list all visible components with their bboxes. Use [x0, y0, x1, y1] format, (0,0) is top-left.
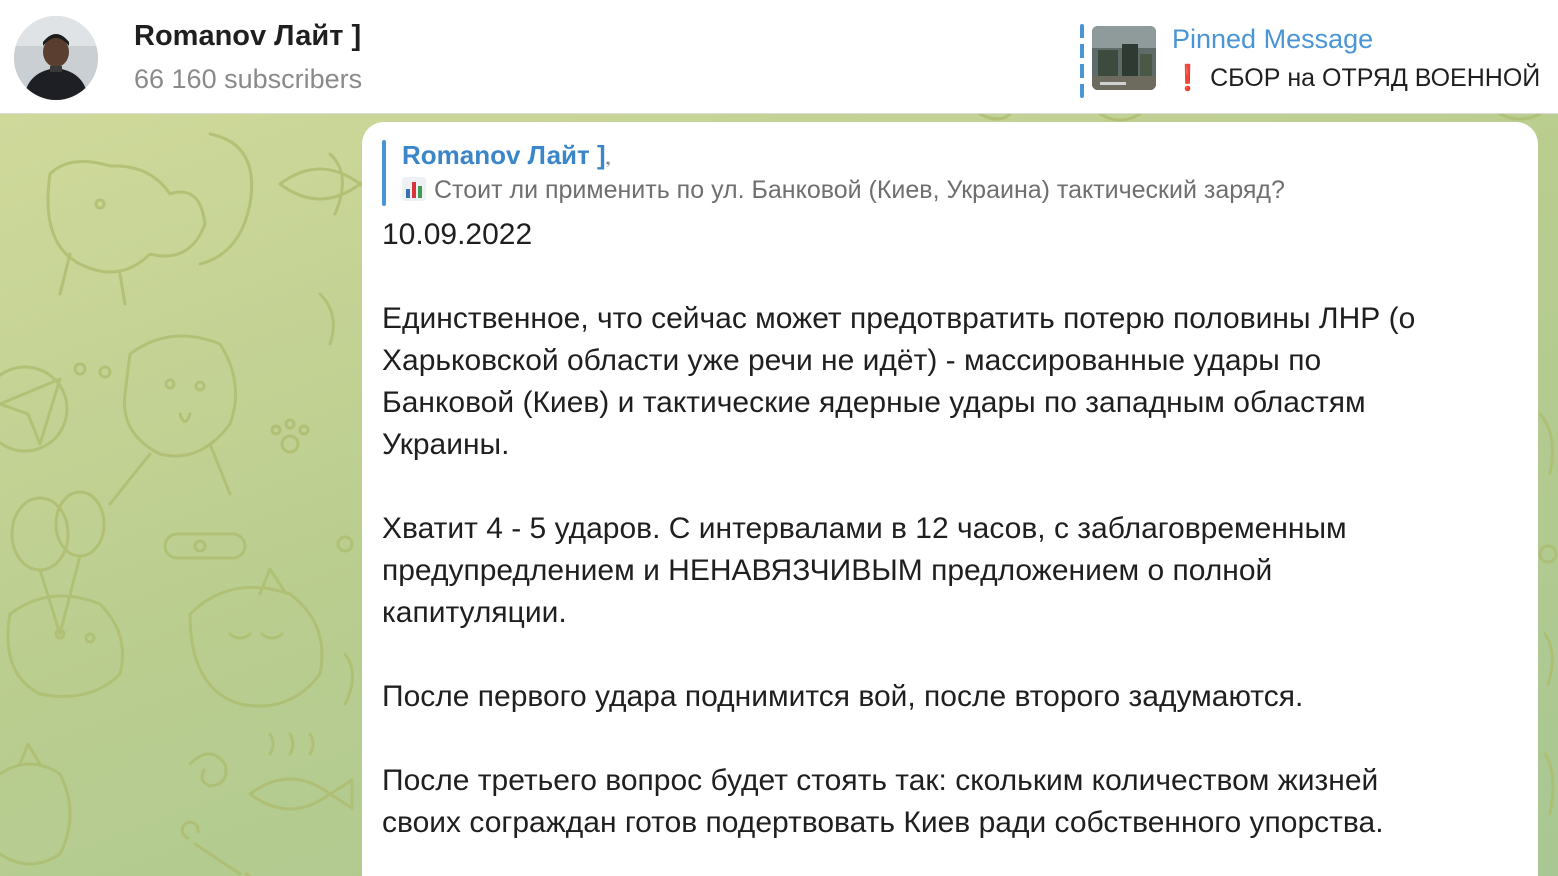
- message-paragraph-3: После первого удара поднимится вой, посл…: [382, 680, 1304, 713]
- forwarded-text-body: Стоит ли применить по ул. Банковой (Киев…: [434, 176, 1285, 204]
- message-paragraph-1: Единственное, что сейчас может предотвра…: [382, 302, 1416, 461]
- pinned-message[interactable]: Pinned Message ❗ СБОР на ОТРЯД ВОЕННОЙ: [1080, 22, 1558, 100]
- forwarded-author-name: Romanov Лайт ]: [402, 140, 606, 170]
- reply-indicator-bar: [382, 140, 386, 206]
- message-date: 10.09.2022: [382, 218, 533, 251]
- channel-title[interactable]: Romanov Лайт ]: [134, 20, 361, 53]
- pinned-thumbnail: [1092, 26, 1156, 90]
- message-paragraph-2: Хватит 4 - 5 ударов. С интервалами в 12 …: [382, 512, 1347, 629]
- poll-chart-icon: [402, 177, 426, 201]
- subscriber-count: 66 160 subscribers: [134, 64, 363, 94]
- forwarded-author[interactable]: Romanov Лайт ]❟: [402, 140, 610, 171]
- chat-header: Romanov Лайт ] 66 160 subscribers Pinned…: [0, 0, 1558, 114]
- avatar-photo-icon: [14, 16, 98, 100]
- pinned-photo-icon: [1092, 26, 1156, 90]
- channel-avatar[interactable]: [14, 16, 98, 100]
- message-paragraph-4: После третьего вопрос будет стоять так: …: [382, 764, 1384, 839]
- exclamation-icon: ❗: [1172, 64, 1204, 92]
- forwarded-reply-quote[interactable]: Romanov Лайт ]❟ Стоит ли применить по ул…: [382, 140, 1502, 206]
- message-text: 10.09.2022 Единственное, что сейчас може…: [382, 214, 1522, 844]
- forwarded-text: Стоит ли применить по ул. Банковой (Киев…: [402, 176, 1285, 205]
- pinned-indicator-bar: [1080, 24, 1084, 98]
- forward-mark-icon: ❟: [605, 153, 611, 167]
- pinned-text: ❗ СБОР на ОТРЯД ВОЕННОЙ: [1172, 64, 1540, 93]
- pinned-label: Pinned Message: [1172, 24, 1374, 54]
- pinned-text-body: СБОР на ОТРЯД ВОЕННОЙ: [1210, 64, 1541, 92]
